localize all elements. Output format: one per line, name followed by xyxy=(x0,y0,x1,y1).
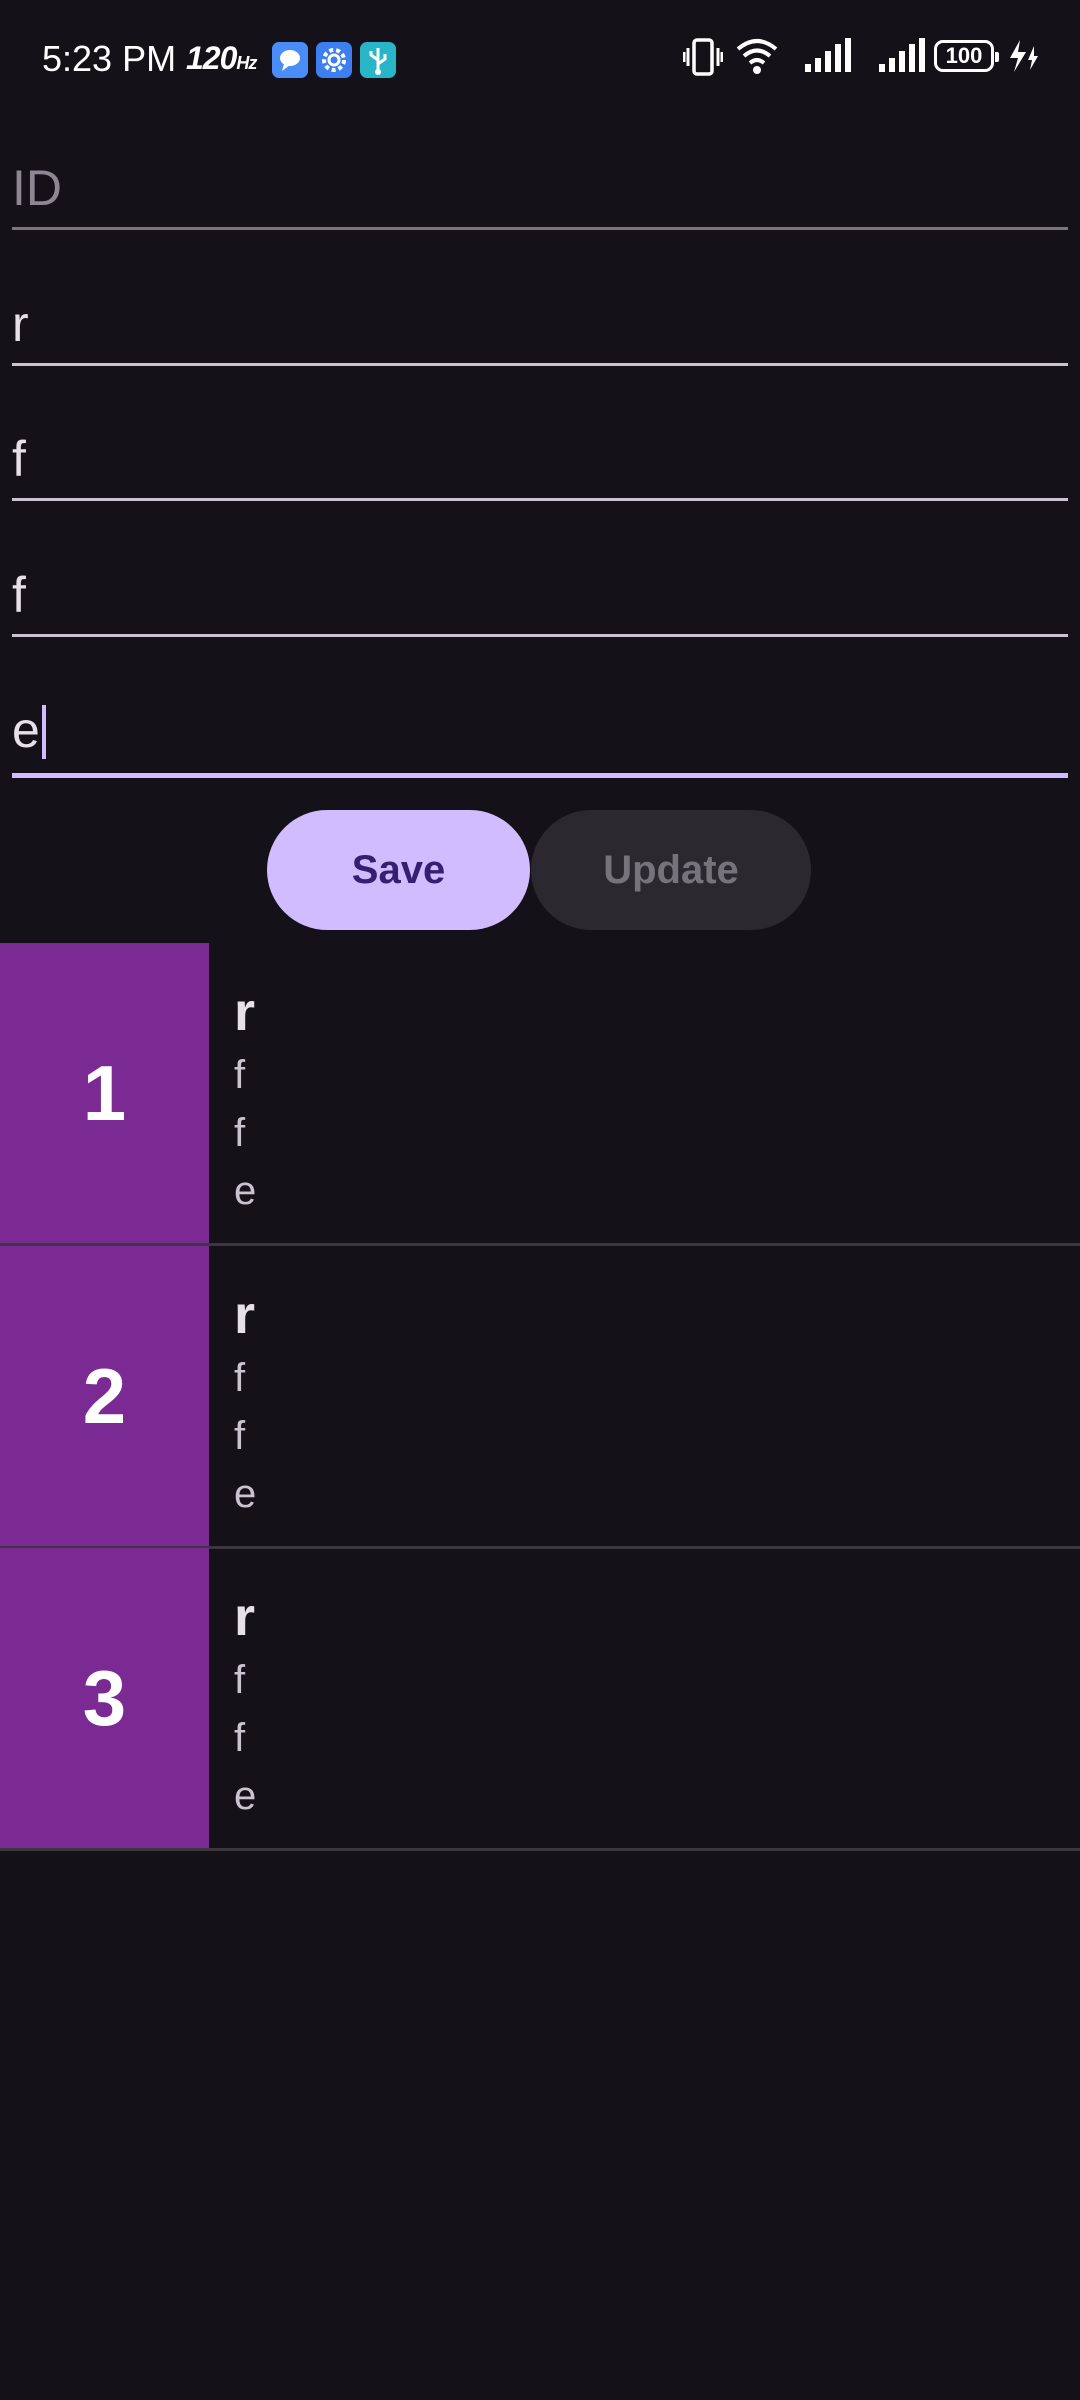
field-2[interactable]: f xyxy=(12,411,1068,501)
id-field-placeholder: ID xyxy=(12,160,62,216)
title-field[interactable]: r xyxy=(12,276,1068,366)
title-field-value: r xyxy=(12,296,29,352)
field-2-value: f xyxy=(12,431,26,487)
item-line-3: e xyxy=(234,1472,257,1516)
battery-icon: 100 xyxy=(934,40,999,72)
item-line-3: e xyxy=(234,1169,257,1213)
list-item[interactable]: 1 r f f e xyxy=(0,943,1080,1246)
field-3-value: f xyxy=(12,567,26,623)
item-id-badge: 2 xyxy=(0,1246,209,1546)
item-title: r xyxy=(234,1587,256,1647)
settings-gear-icon xyxy=(316,42,352,78)
refresh-rate-value: 120 xyxy=(186,40,237,76)
charging-icon xyxy=(1006,36,1040,81)
item-line-2: f xyxy=(234,1414,246,1458)
update-button[interactable]: Update xyxy=(531,810,811,930)
text-cursor xyxy=(41,705,46,759)
usb-icon xyxy=(360,42,396,78)
item-title: r xyxy=(234,1285,256,1345)
status-bar: 5:23 PM 120Hz 100 xyxy=(0,0,1080,120)
field-3[interactable]: f xyxy=(12,547,1068,637)
status-time: 5:23 PM xyxy=(42,38,177,79)
item-line-1: f xyxy=(234,1658,246,1702)
signal-icon xyxy=(803,36,851,81)
battery-level: 100 xyxy=(945,43,983,68)
list-item[interactable]: 2 r f f e xyxy=(0,1246,1080,1549)
signal-icon-2 xyxy=(877,36,925,81)
field-4-value: e xyxy=(12,702,40,758)
refresh-rate-indicator: 120Hz xyxy=(186,40,257,77)
refresh-rate-unit: Hz xyxy=(236,53,257,73)
item-id-badge: 1 xyxy=(0,943,209,1243)
field-4[interactable]: e xyxy=(12,688,1068,778)
wifi-icon xyxy=(735,36,779,81)
item-line-2: f xyxy=(234,1111,246,1155)
item-line-2: f xyxy=(234,1716,246,1760)
item-line-3: e xyxy=(234,1774,257,1818)
item-line-1: f xyxy=(234,1053,246,1097)
vibrate-icon xyxy=(682,36,724,85)
item-line-1: f xyxy=(234,1356,246,1400)
field-4-text: e xyxy=(12,705,46,759)
item-id-badge: 3 xyxy=(0,1548,209,1848)
chat-bubble-icon xyxy=(272,42,308,78)
save-button[interactable]: Save xyxy=(267,810,530,930)
item-title: r xyxy=(234,982,256,1042)
id-field[interactable]: ID xyxy=(12,140,1068,230)
list-item[interactable]: 3 r f f e xyxy=(0,1548,1080,1851)
app-screen: 5:23 PM 120Hz 100 ID r f f e Save Update… xyxy=(0,0,1080,2400)
